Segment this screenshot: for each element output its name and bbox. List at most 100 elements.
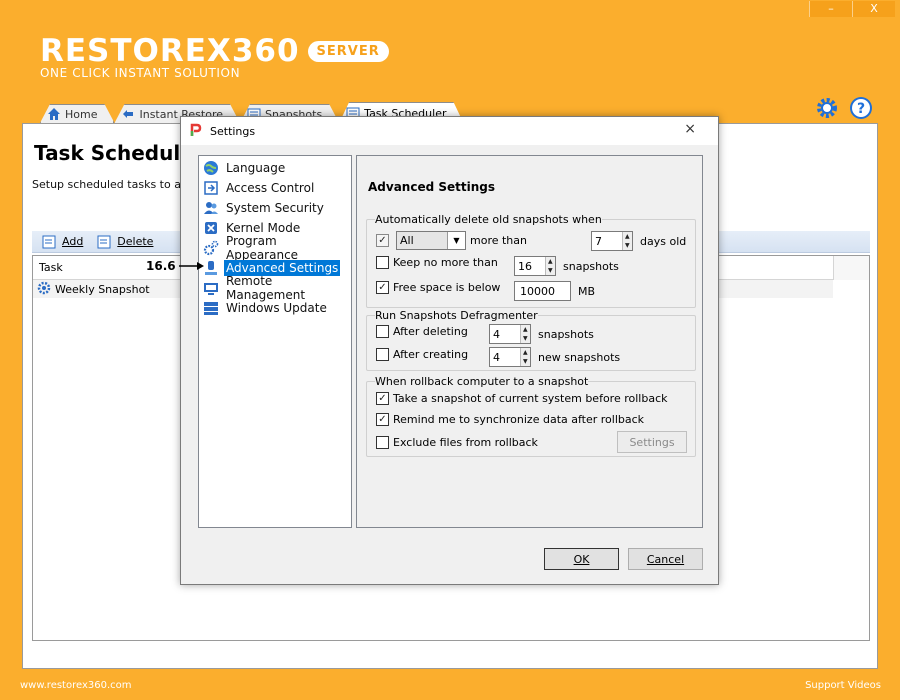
stepper-down-icon[interactable]: ▼ [623, 241, 632, 250]
close-window-button[interactable]: X [852, 1, 895, 17]
free-space-checkbox[interactable]: ✓ [376, 281, 389, 294]
remind-sync-label: Remind me to synchronize data after roll… [393, 413, 645, 426]
keep-unit: snapshots [563, 259, 619, 273]
exclude-files-label: Exclude files from rollback [393, 436, 538, 449]
annotation-value: 16.6 [146, 259, 176, 273]
keep-stepper[interactable]: 16 ▲ ▼ [514, 256, 556, 276]
home-icon [47, 107, 61, 121]
defragmenter-group: Run Snapshots Defragmenter After deletin… [366, 309, 696, 371]
nav-label: Program Appearance [226, 234, 299, 262]
website-link[interactable]: www.restorex360.com [20, 680, 132, 691]
snapshot-filter-select[interactable]: All ▼ [396, 231, 466, 250]
delete-button[interactable]: Delete [97, 235, 153, 249]
nav-label: Windows Update [226, 301, 327, 315]
delete-icon [97, 235, 113, 249]
exclude-files-checkbox[interactable] [376, 436, 389, 449]
more-than-label: more than [470, 234, 527, 247]
after-deleting-checkbox[interactable] [376, 325, 389, 338]
auto-delete-row: ✓ All ▼ more than [376, 231, 527, 250]
settings-dialog: Settings × Language Access Control Syste… [180, 116, 719, 585]
ok-label: OK [573, 552, 590, 566]
stepper-down-icon[interactable]: ▼ [546, 266, 555, 275]
after-creating-row: After creating [376, 348, 468, 361]
svg-text:?: ? [857, 101, 865, 117]
column-task[interactable]: Task [39, 261, 63, 274]
nav-item-language[interactable]: Language [199, 158, 351, 178]
gears-icon [203, 240, 219, 256]
gear-icon[interactable] [815, 96, 839, 120]
deleting-value-row: 4 ▲ ▼ snapshots [489, 324, 594, 344]
creating-stepper[interactable]: 4 ▲ ▼ [489, 347, 531, 367]
settings-nav: Language Access Control System Security … [198, 155, 352, 528]
remote-icon [203, 280, 219, 296]
nav-item-access-control[interactable]: Access Control [199, 178, 351, 198]
after-deleting-label: After deleting [393, 325, 468, 338]
take-snapshot-row: ✓ Take a snapshot of current system befo… [376, 392, 668, 405]
add-button[interactable]: Add [42, 235, 83, 249]
creating-unit: new snapshots [538, 350, 621, 364]
cancel-button[interactable]: Cancel [628, 548, 703, 570]
add-label: Add [62, 235, 84, 248]
creating-value-row: 4 ▲ ▼ new snapshots [489, 347, 620, 367]
days-stepper[interactable]: 7 ▲ ▼ [591, 231, 633, 251]
nav-item-system-security[interactable]: System Security [199, 198, 351, 218]
tab-home[interactable]: Home [40, 104, 114, 123]
exclusion-settings-button[interactable]: Settings [617, 431, 687, 453]
exclude-files-row: Exclude files from rollback [376, 436, 538, 449]
keep-no-more-checkbox[interactable] [376, 256, 389, 269]
close-icon[interactable]: × [684, 121, 696, 137]
nav-label: Language [226, 161, 286, 175]
add-icon [42, 235, 58, 249]
stepper-down-icon[interactable]: ▼ [521, 334, 530, 343]
group-title: Automatically delete old snapshots when [375, 213, 602, 226]
content-title: Advanced Settings [368, 180, 496, 194]
stepper-down-icon[interactable]: ▼ [521, 357, 530, 366]
brand-logo: RESTOREX360 SERVER ONE CLICK INSTANT SOL… [40, 34, 389, 80]
minimize-button[interactable]: – [809, 1, 852, 17]
settings-content: Advanced Settings Automatically delete o… [356, 155, 703, 528]
ok-button[interactable]: OK [544, 548, 619, 570]
free-space-input[interactable]: 10000 [514, 281, 571, 301]
auto-delete-checkbox[interactable]: ✓ [376, 234, 389, 247]
users-icon [203, 200, 219, 216]
page-title: Task Scheduler [34, 141, 204, 165]
kernel-icon [203, 220, 219, 236]
brand-tagline: ONE CLICK INSTANT SOLUTION [40, 66, 241, 80]
server-badge: SERVER [307, 40, 389, 62]
stepper-up-icon[interactable]: ▲ [521, 348, 530, 357]
free-value-row: 10000 MB [514, 281, 595, 301]
keep-value: 16 [518, 259, 532, 273]
dialog-titlebar: Settings [181, 117, 718, 145]
stepper-up-icon[interactable]: ▲ [546, 257, 555, 266]
stepper-up-icon[interactable]: ▲ [521, 325, 530, 334]
arrow-right-icon [178, 262, 204, 270]
deleting-value: 4 [493, 327, 500, 341]
annotation-callout: 16.6 [146, 259, 205, 273]
task-name: Weekly Snapshot [55, 282, 150, 296]
deleting-stepper[interactable]: 4 ▲ ▼ [489, 324, 531, 344]
globe-icon [203, 160, 219, 176]
brand-name: RESTOREX360 [40, 33, 300, 69]
take-snapshot-checkbox[interactable]: ✓ [376, 392, 389, 405]
cancel-label: Cancel [646, 552, 685, 566]
days-row: 7 ▲ ▼ days old [591, 231, 686, 251]
nav-label: Remote Management [226, 274, 306, 302]
remind-sync-checkbox[interactable]: ✓ [376, 413, 389, 426]
nav-item-program-appearance[interactable]: Program Appearance [199, 234, 351, 262]
support-videos-link[interactable]: Support Videos [805, 680, 881, 691]
window-controls: – X [809, 1, 895, 17]
help-icon[interactable]: ? [849, 96, 873, 120]
after-creating-label: After creating [393, 348, 469, 361]
nav-item-windows-update[interactable]: Windows Update [199, 298, 351, 318]
stepper-up-icon[interactable]: ▲ [623, 232, 632, 241]
top-icons: ? [815, 96, 873, 120]
nav-item-remote-management[interactable]: Remote Management [199, 274, 351, 302]
page-description: Setup scheduled tasks to autor [32, 178, 204, 191]
select-value: All [400, 234, 414, 247]
free-space-row: ✓ Free space is below [376, 281, 500, 294]
auto-delete-group: Automatically delete old snapshots when … [366, 213, 696, 308]
after-creating-checkbox[interactable] [376, 348, 389, 361]
app-window: – X RESTOREX360 SERVER ONE CLICK INSTANT… [0, 0, 900, 700]
rollback-group: When rollback computer to a snapshot ✓ T… [366, 375, 696, 457]
deleting-unit: snapshots [538, 327, 594, 341]
